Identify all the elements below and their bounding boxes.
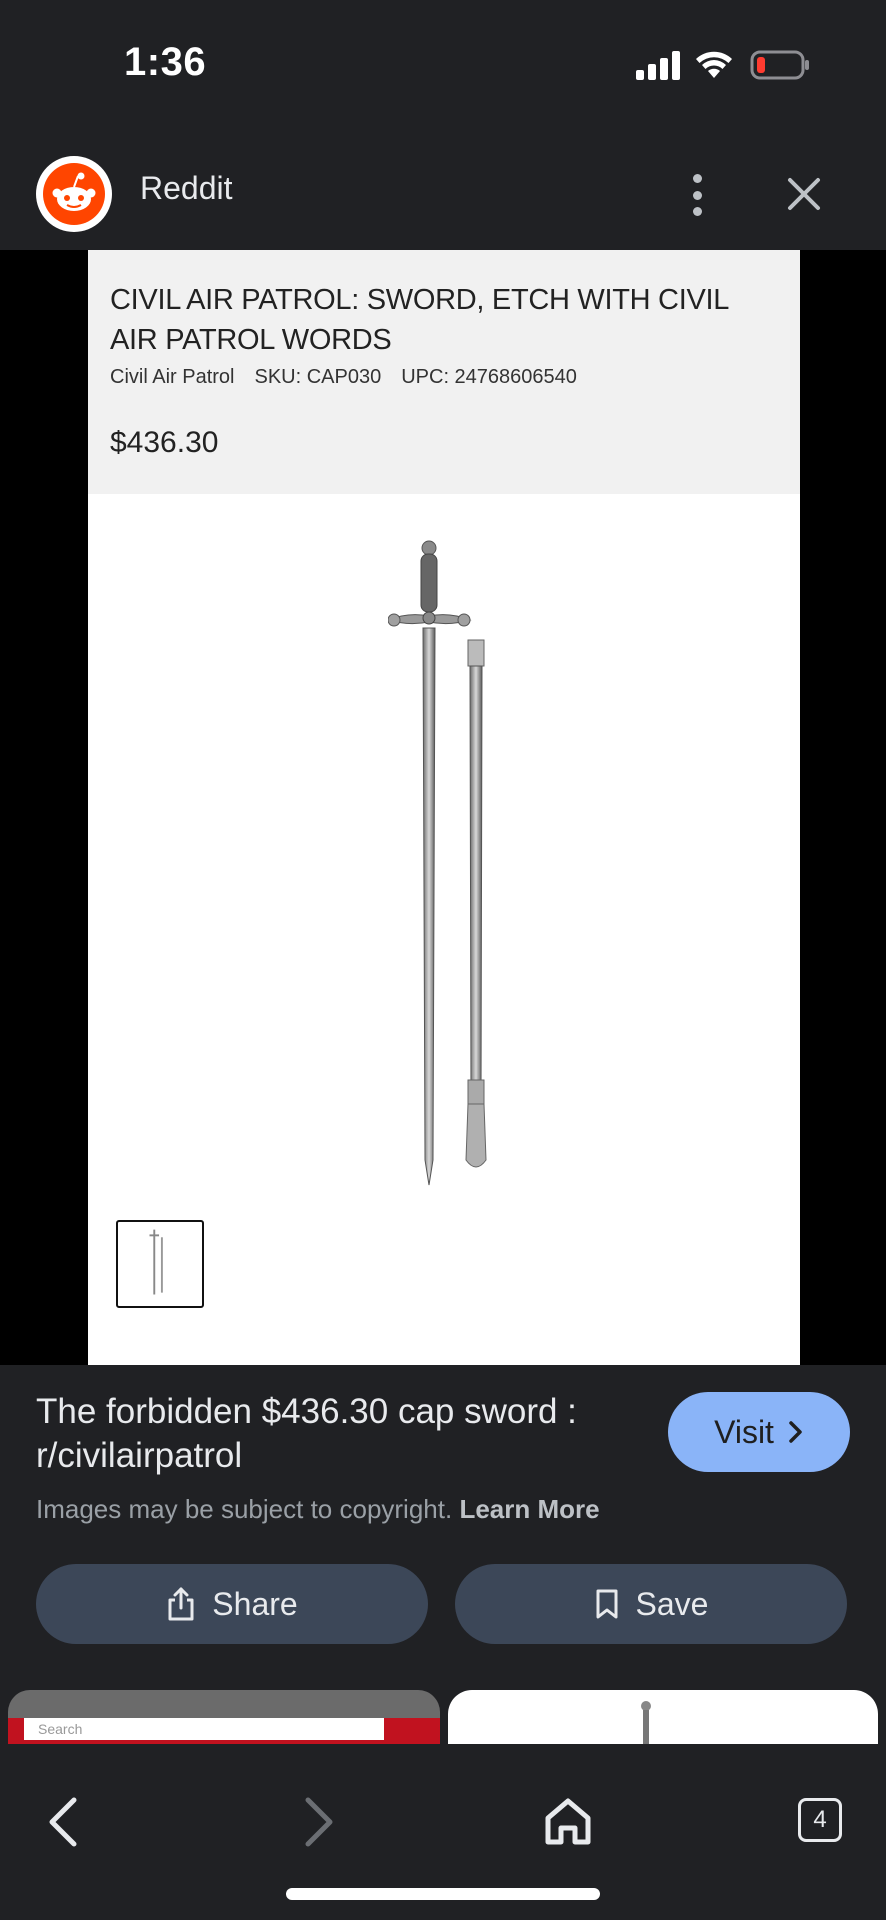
product-header: CIVIL AIR PATROL: SWORD, ETCH WITH CIVIL… <box>88 250 800 494</box>
product-sku: SKU: CAP030 <box>254 366 382 388</box>
browser-header: Reddit <box>0 130 886 250</box>
save-button[interactable]: Save <box>455 1564 847 1644</box>
more-options-icon[interactable] <box>682 170 712 220</box>
related-image-1[interactable]: Search <box>8 1690 440 1744</box>
back-icon[interactable] <box>36 1792 96 1852</box>
chevron-right-icon <box>789 1421 802 1443</box>
product-page-screenshot: CIVIL AIR PATROL: SWORD, ETCH WITH CIVIL… <box>88 250 800 1365</box>
copyright-text: Images may be subject to copyright. <box>36 1494 453 1524</box>
sword-image <box>388 540 487 1186</box>
product-brand: Civil Air Patrol <box>110 366 235 388</box>
visit-button[interactable]: Visit <box>668 1392 850 1472</box>
related-image-2[interactable] <box>448 1690 878 1744</box>
reddit-logo-icon[interactable] <box>36 156 112 232</box>
learn-more-link[interactable]: Learn More <box>459 1494 599 1524</box>
result-title[interactable]: The forbidden $436.30 cap sword : r/civi… <box>36 1390 626 1478</box>
forward-icon[interactable] <box>286 1792 346 1852</box>
status-bar: 1:36 <box>0 0 886 130</box>
product-meta: Civil Air Patrol SKU: CAP030 UPC: 247686… <box>110 366 577 389</box>
image-preview[interactable]: CIVIL AIR PATROL: SWORD, ETCH WITH CIVIL… <box>0 250 886 1365</box>
product-price: $436.30 <box>110 426 219 459</box>
wifi-icon <box>696 51 732 78</box>
product-thumbnail[interactable] <box>116 1220 204 1308</box>
save-label: Save <box>635 1585 709 1622</box>
tabs-count-button[interactable]: 4 <box>798 1798 842 1842</box>
share-button[interactable]: Share <box>36 1564 428 1644</box>
share-label: Share <box>212 1585 298 1622</box>
visit-label: Visit <box>714 1413 774 1450</box>
product-title: CIVIL AIR PATROL: SWORD, ETCH WITH CIVIL… <box>110 284 729 356</box>
site-name: Reddit <box>140 170 233 206</box>
home-icon[interactable] <box>538 1792 598 1852</box>
product-upc: UPC: 24768606540 <box>401 366 577 388</box>
copyright-notice: Images may be subject to copyright. Lear… <box>36 1494 600 1525</box>
sword-thumbnail-icon <box>641 1701 651 1744</box>
status-time: 1:36 <box>124 40 207 84</box>
cellular-signal-icon <box>636 50 680 80</box>
home-indicator <box>286 1888 600 1900</box>
close-icon[interactable] <box>776 166 832 222</box>
related-search-placeholder: Search <box>24 1718 384 1740</box>
battery-icon <box>750 50 809 80</box>
bookmark-icon <box>596 1589 618 1619</box>
share-icon <box>168 1587 194 1621</box>
